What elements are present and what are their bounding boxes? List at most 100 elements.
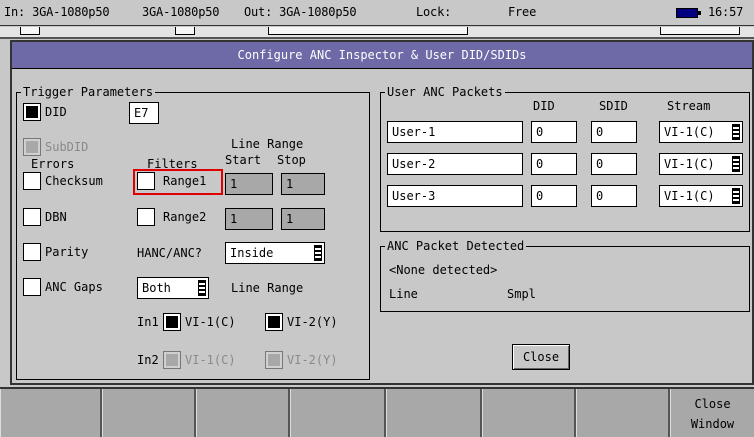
user-2-did-field[interactable]: 0	[531, 153, 577, 175]
configure-anc-dialog: Configure ANC Inspector & User DID/SDIDs…	[10, 40, 754, 385]
user-2-stream-dropdown[interactable]: VI-1(C)	[659, 153, 743, 175]
in2-label: In2	[137, 353, 159, 367]
background-tab-strip	[0, 27, 754, 39]
did-checkbox[interactable]	[23, 103, 41, 121]
dbn-label: DBN	[45, 210, 67, 224]
anc-packet-detected-title: ANC Packet Detected	[385, 239, 527, 253]
both-value: Both	[142, 281, 171, 295]
both-dropdown[interactable]: Both	[137, 277, 209, 299]
dialog-title: Configure ANC Inspector & User DID/SDIDs	[12, 42, 752, 69]
filters-header: Filters	[147, 157, 198, 171]
trigger-parameters-title: Trigger Parameters	[21, 85, 156, 99]
checksum-checkbox[interactable]	[23, 172, 41, 190]
user-1-name-field[interactable]: User-1	[387, 121, 523, 143]
close-window-softkey[interactable]: Close Window	[670, 389, 754, 437]
user-1-did-field[interactable]: 0	[531, 121, 577, 143]
line-range-label-2: Line Range	[231, 281, 304, 295]
user-anc-packets-group: User ANC Packets DID SDID Stream User-1 …	[380, 85, 750, 232]
range1-checkbox[interactable]	[137, 172, 155, 190]
in2-vi2-label: VI-2(Y)	[287, 353, 338, 367]
in1-vi1-checkbox[interactable]	[163, 313, 181, 331]
trigger-parameters-group: Trigger Parameters DID E7 SubDID Line Ra…	[16, 85, 370, 380]
user-3-stream-value: VI-1(C)	[664, 189, 715, 203]
clock: 16:57	[708, 5, 744, 19]
dropdown-grip-icon	[732, 124, 740, 140]
softkey-6[interactable]	[482, 389, 576, 437]
dropdown-grip-icon	[314, 245, 322, 261]
user-2-sdid-field[interactable]: 0	[591, 153, 637, 175]
input-format: In: 3GA-1080p50	[4, 5, 110, 19]
close-button[interactable]: Close	[512, 344, 570, 370]
user-3-did-field[interactable]: 0	[531, 185, 577, 207]
range2-start-field[interactable]: 1	[225, 208, 273, 230]
range1-selection[interactable]: Range1	[133, 169, 223, 195]
range1-start-field[interactable]: 1	[225, 173, 273, 195]
status-bar: In: 3GA-1080p50 3GA-1080p50 Out: 3GA-108…	[0, 0, 754, 26]
did-label: DID	[45, 105, 67, 119]
parity-label: Parity	[45, 245, 89, 259]
user-3-sdid-field[interactable]: 0	[591, 185, 637, 207]
battery-icon	[676, 8, 701, 18]
anc-packet-detected-group: ANC Packet Detected <None detected> Line…	[380, 239, 750, 312]
dbn-checkbox[interactable]	[23, 208, 41, 226]
background-tab	[660, 27, 740, 35]
anc-gaps-checkbox[interactable]	[23, 278, 41, 296]
hanc-anc-value: Inside	[230, 246, 274, 260]
user-3-name-field[interactable]: User-3	[387, 185, 523, 207]
close-window-label-line1: Close	[694, 397, 731, 411]
softkey-bar: Close Window	[0, 387, 754, 437]
line-column-label: Line	[389, 287, 418, 301]
range2-stop-field[interactable]: 1	[281, 208, 325, 230]
background-tab	[268, 27, 468, 35]
in1-vi2-checkbox[interactable]	[265, 313, 283, 331]
line-range-header: Line Range	[231, 137, 304, 151]
checksum-label: Checksum	[45, 174, 103, 188]
did-value-field[interactable]: E7	[129, 102, 159, 124]
in1-vi1-label: VI-1(C)	[185, 315, 236, 329]
user-1-stream-value: VI-1(C)	[664, 125, 715, 139]
user-3-stream-dropdown[interactable]: VI-1(C)	[659, 185, 743, 207]
anc-gaps-label: ANC Gaps	[45, 280, 103, 294]
start-header: Start	[225, 153, 262, 167]
in2-vi2-checkbox[interactable]	[265, 351, 283, 369]
sdid-column-header: SDID	[599, 99, 628, 113]
background-tab	[175, 27, 195, 35]
softkey-5[interactable]	[386, 389, 482, 437]
dropdown-grip-icon	[732, 188, 740, 204]
user-1-sdid-field[interactable]: 0	[591, 121, 637, 143]
in1-label: In1	[137, 315, 159, 329]
subdid-label: SubDID	[45, 140, 89, 154]
in2-vi1-label: VI-1(C)	[185, 353, 236, 367]
did-column-header: DID	[533, 99, 555, 113]
range1-label: Range1	[163, 174, 207, 188]
softkey-4[interactable]	[290, 389, 386, 437]
output-format: Out: 3GA-1080p50	[244, 5, 357, 19]
range1-stop-field[interactable]: 1	[281, 173, 325, 195]
parity-checkbox[interactable]	[23, 243, 41, 261]
user-anc-packets-title: User ANC Packets	[385, 85, 505, 99]
subdid-checkbox[interactable]	[23, 138, 41, 156]
close-window-label-line2: Window	[690, 417, 735, 431]
hanc-anc-label: HANC/ANC?	[137, 246, 203, 260]
none-detected-text: <None detected>	[389, 263, 498, 277]
softkey-1[interactable]	[0, 389, 102, 437]
softkey-3[interactable]	[196, 389, 290, 437]
lock-label: Lock:	[416, 5, 452, 19]
errors-header: Errors	[31, 157, 75, 171]
softkey-2[interactable]	[102, 389, 196, 437]
background-tab	[20, 27, 40, 35]
dropdown-grip-icon	[198, 280, 206, 296]
stream-column-header: Stream	[667, 99, 711, 113]
in1-vi2-label: VI-2(Y)	[287, 315, 338, 329]
dropdown-grip-icon	[732, 156, 740, 172]
hanc-anc-dropdown[interactable]: Inside	[225, 242, 325, 264]
in2-vi1-checkbox[interactable]	[163, 351, 181, 369]
smpl-column-label: Smpl	[507, 287, 536, 301]
softkey-7[interactable]	[576, 389, 670, 437]
user-1-stream-dropdown[interactable]: VI-1(C)	[659, 121, 743, 143]
range2-label: Range2	[163, 210, 207, 224]
user-2-name-field[interactable]: User-2	[387, 153, 523, 175]
lock-value: Free	[508, 5, 537, 19]
range2-checkbox[interactable]	[137, 208, 155, 226]
stop-header: Stop	[277, 153, 306, 167]
